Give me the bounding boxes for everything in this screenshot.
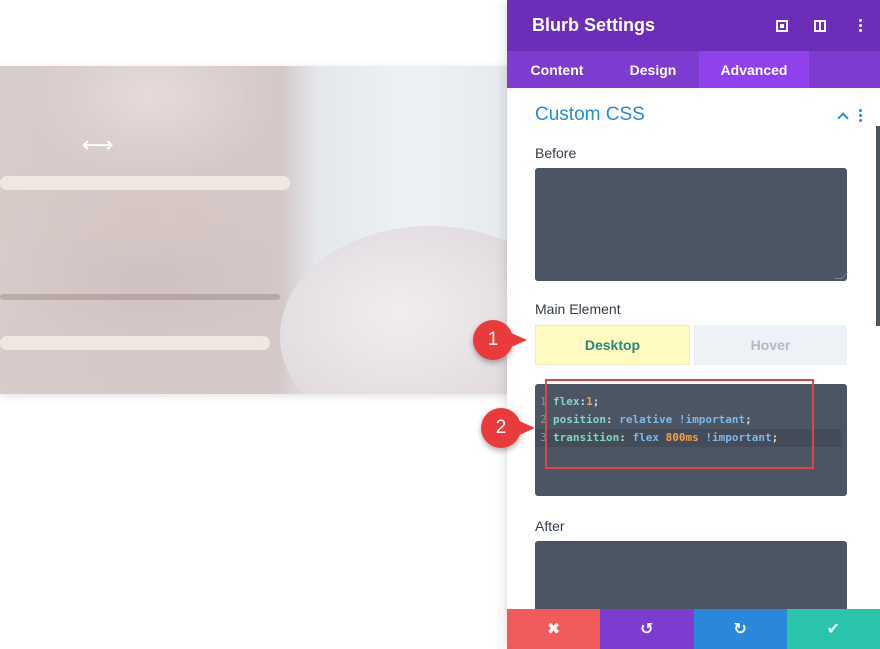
hover-mode-button[interactable]: Hover [694, 325, 847, 365]
resize-grip-icon[interactable] [834, 272, 849, 279]
callout-number: 1 [487, 329, 499, 350]
code-token: 800ms [665, 431, 699, 444]
code-token: position [553, 413, 606, 426]
blurb-image[interactable]: ⟷ [0, 66, 510, 394]
tab-content[interactable]: Content [507, 51, 607, 88]
split-view-icon [814, 19, 826, 32]
line-number: 3 [540, 431, 547, 444]
header-actions [776, 0, 868, 51]
before-css-input[interactable] [535, 168, 849, 281]
code-line[interactable]: 3 transition: flex 800ms !important; [535, 429, 841, 447]
code-line[interactable]: 1 flex:1; [535, 393, 847, 411]
code-token: relative !important [619, 413, 746, 426]
section-title: Custom CSS [535, 104, 645, 125]
desktop-mode-button[interactable]: Desktop [535, 325, 690, 365]
section-controls [837, 102, 862, 128]
resize-handle-icon[interactable]: ⟷ [82, 134, 114, 156]
main-element-css-editor[interactable]: 1 flex:1; 2 position: relative !important; 3… [535, 384, 847, 496]
code-lines: 1 flex:1; 2 position: relative !important; 3… [535, 393, 847, 447]
more-options-icon [852, 19, 868, 32]
after-label: After [535, 518, 565, 534]
image-detail [0, 336, 270, 350]
settings-panel: Blurb Settings Content Design Advanced C… [507, 0, 880, 649]
code-token: flex [553, 395, 580, 408]
image-detail [280, 226, 510, 394]
redo-button[interactable]: ↻ [693, 609, 787, 649]
undo-button[interactable]: ↺ [600, 609, 694, 649]
after-css-input[interactable] [535, 541, 847, 609]
code-token: : [605, 413, 620, 426]
before-label: Before [535, 145, 577, 161]
redo-icon: ↻ [733, 621, 747, 638]
code-token: : [619, 431, 633, 444]
callout-marker-1: 1 [473, 320, 527, 360]
screen: ⟷ Blurb Settings Content Design Advanced… [0, 0, 880, 649]
split-view-button[interactable] [814, 19, 830, 32]
undo-icon: ↺ [640, 621, 654, 638]
code-line[interactable]: 2 position: relative !important; [535, 411, 847, 429]
action-bar: ✖ ↺ ↻ ✔ [507, 609, 880, 649]
more-options-button[interactable] [852, 19, 868, 32]
settings-tabs: Content Design Advanced [507, 51, 880, 88]
panel-body: Custom CSS Before Main Element Desktop H… [507, 88, 880, 609]
section-options-icon[interactable] [859, 108, 862, 122]
code-token: ; [592, 395, 600, 408]
image-detail [0, 176, 290, 190]
checkmark-icon: ✔ [826, 621, 841, 638]
tab-design[interactable]: Design [607, 51, 699, 88]
main-element-label: Main Element [535, 301, 621, 317]
line-number: 1 [540, 395, 547, 408]
code-token: ; [771, 431, 779, 444]
tab-advanced[interactable]: Advanced [699, 51, 809, 88]
panel-title: Blurb Settings [532, 15, 656, 35]
panel-scrollbar[interactable] [876, 126, 880, 326]
panel-header: Blurb Settings [507, 0, 880, 51]
image-detail [0, 294, 280, 300]
expand-icon [776, 19, 788, 32]
line-number: 2 [540, 413, 547, 426]
code-token: !important [698, 431, 772, 444]
callout-marker-2: 2 [481, 408, 535, 448]
expand-button[interactable] [776, 19, 792, 32]
close-icon: ✖ [546, 621, 561, 638]
code-token: flex [632, 431, 666, 444]
callout-number: 2 [495, 417, 507, 438]
cancel-button[interactable]: ✖ [507, 609, 601, 649]
save-button[interactable]: ✔ [786, 609, 880, 649]
code-token: ; [745, 413, 752, 426]
code-token: transition [553, 431, 620, 444]
code-token: 1 [586, 395, 593, 408]
mode-toggle: Desktop Hover [535, 325, 847, 365]
collapse-chevron-icon[interactable] [837, 111, 849, 124]
custom-css-section-header[interactable]: Custom CSS [535, 102, 870, 128]
